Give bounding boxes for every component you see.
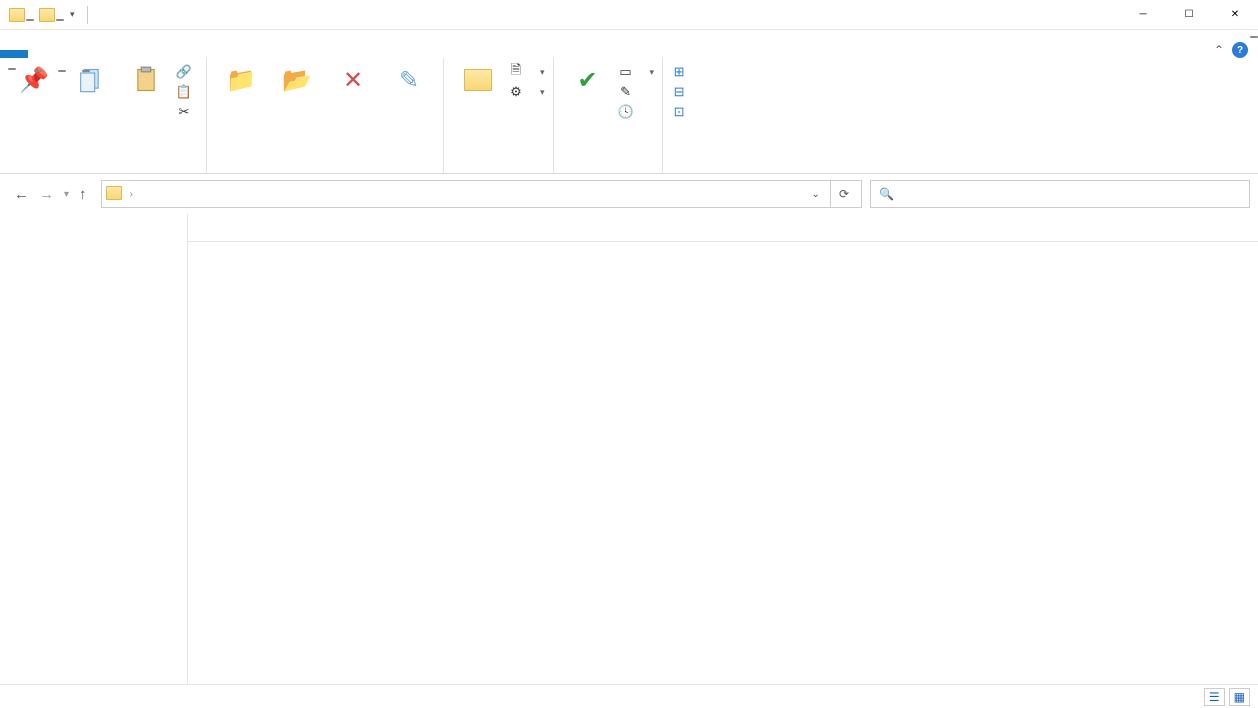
new-folder-icon (462, 64, 494, 96)
invert-selection-button[interactable]: ⊡ (671, 104, 693, 120)
key-hint-1 (26, 19, 34, 21)
minimize-button[interactable]: ─ (1120, 0, 1166, 30)
select-none-icon: ⊟ (671, 84, 687, 100)
column-headers[interactable] (188, 214, 1258, 242)
share-tab-key (58, 70, 66, 72)
new-item-button[interactable]: 🗎▾ (508, 64, 545, 80)
properties-icon: ✔ (572, 64, 604, 96)
move-icon: 📁 (225, 64, 257, 96)
ribbon-group-clipboard: 📌 🔗 📋 ✂ (0, 58, 207, 173)
easy-access-button[interactable]: ⚙▾ (508, 84, 545, 100)
up-button[interactable]: ↑ (79, 186, 87, 203)
paste-button[interactable] (120, 60, 172, 98)
nav-row: ← → ▾ ↑ › ⌄ ⟳ 🔍 (0, 174, 1258, 214)
copy-path-button[interactable]: 🔗 (176, 64, 198, 80)
delete-button[interactable]: ✕ (327, 60, 379, 98)
qat-folder-icon-2[interactable] (36, 4, 58, 26)
edit-icon: ✎ (618, 84, 634, 100)
pin-icon: 📌 (18, 64, 50, 96)
address-folder-icon (106, 186, 124, 202)
maximize-button[interactable]: ☐ (1166, 0, 1212, 30)
view-tab-key (82, 70, 90, 72)
address-bar[interactable]: › ⌄ ⟳ (101, 180, 862, 208)
open-button[interactable]: ▭▾ (618, 64, 655, 80)
close-button[interactable]: ✕ (1212, 0, 1258, 30)
shortcut-icon: 📋 (176, 84, 192, 100)
back-button[interactable]: ← (14, 186, 29, 203)
file-tab-key (8, 68, 16, 70)
titlebar: ▾ ─ ☐ ✕ (0, 0, 1258, 30)
copy-button[interactable] (64, 60, 116, 98)
cut-button[interactable]: ✂ (176, 104, 198, 120)
collapse-ribbon-icon[interactable]: ⌃ (1214, 43, 1224, 57)
rename-icon: ✎ (393, 64, 425, 96)
rename-button[interactable]: ✎ (383, 60, 435, 98)
help-icon[interactable]: ? (1232, 42, 1248, 58)
status-bar: ☰ ▦ (0, 684, 1258, 708)
invert-icon: ⊡ (671, 104, 687, 120)
edit-button[interactable]: ✎ (618, 84, 655, 100)
copy-to-button[interactable]: 📂 (271, 60, 323, 98)
paste-shortcut-button[interactable]: 📋 (176, 84, 198, 100)
forward-button[interactable]: → (39, 186, 54, 203)
view-tab[interactable] (76, 50, 100, 58)
recent-dropdown-icon[interactable]: ▾ (64, 189, 69, 200)
main-area (0, 214, 1258, 684)
history-button[interactable]: 🕓 (618, 104, 655, 120)
pin-to-quick-access-button[interactable]: 📌 (8, 60, 60, 98)
new-item-icon: 🗎 (508, 64, 524, 80)
address-dropdown-icon[interactable]: ⌄ (812, 189, 820, 200)
qat-dropdown-icon[interactable]: ▾ (70, 9, 75, 20)
select-none-button[interactable]: ⊟ (671, 84, 693, 100)
open-icon: ▭ (618, 64, 634, 80)
delete-icon: ✕ (337, 64, 369, 96)
select-all-icon: ⊞ (671, 64, 687, 80)
ribbon-group-organize: 📁 📂 ✕ ✎ (207, 58, 444, 173)
qat-folder-icon[interactable] (6, 4, 28, 26)
home-tab-key (34, 70, 42, 72)
key-hint-2 (56, 19, 64, 21)
chevron-right-icon[interactable]: › (130, 189, 133, 200)
properties-button[interactable]: ✔ (562, 60, 614, 98)
path-icon: 🔗 (176, 64, 192, 80)
content-area (188, 214, 1258, 684)
file-list (188, 242, 1258, 250)
details-view-icon[interactable]: ☰ (1204, 688, 1225, 706)
paste-icon (130, 64, 162, 96)
new-folder-button[interactable] (452, 60, 504, 98)
search-input[interactable]: 🔍 (870, 180, 1250, 208)
ribbon-group-new: 🗎▾ ⚙▾ (444, 58, 554, 173)
home-tab[interactable] (28, 50, 52, 58)
sidebar[interactable] (0, 214, 188, 684)
share-tab[interactable] (52, 50, 76, 58)
search-icon: 🔍 (879, 187, 894, 201)
copy-icon (74, 64, 106, 96)
ribbon-tabs: ⌃ ? (0, 30, 1258, 58)
thumbnails-view-icon[interactable]: ▦ (1229, 688, 1250, 706)
ribbon-group-select: ⊞ ⊟ ⊡ (663, 58, 701, 173)
move-to-button[interactable]: 📁 (215, 60, 267, 98)
easy-access-icon: ⚙ (508, 84, 524, 100)
copy-to-icon: 📂 (281, 64, 313, 96)
file-tab[interactable] (0, 50, 28, 58)
select-all-button[interactable]: ⊞ (671, 64, 693, 80)
ribbon: 📌 🔗 📋 ✂ 📁 (0, 58, 1258, 174)
ribbon-group-open: ✔ ▭▾ ✎ 🕓 (554, 58, 664, 173)
refresh-button[interactable]: ⟳ (830, 181, 857, 207)
history-icon: 🕓 (618, 104, 634, 120)
key-hint-e (1250, 36, 1258, 38)
scissors-icon: ✂ (176, 104, 192, 120)
